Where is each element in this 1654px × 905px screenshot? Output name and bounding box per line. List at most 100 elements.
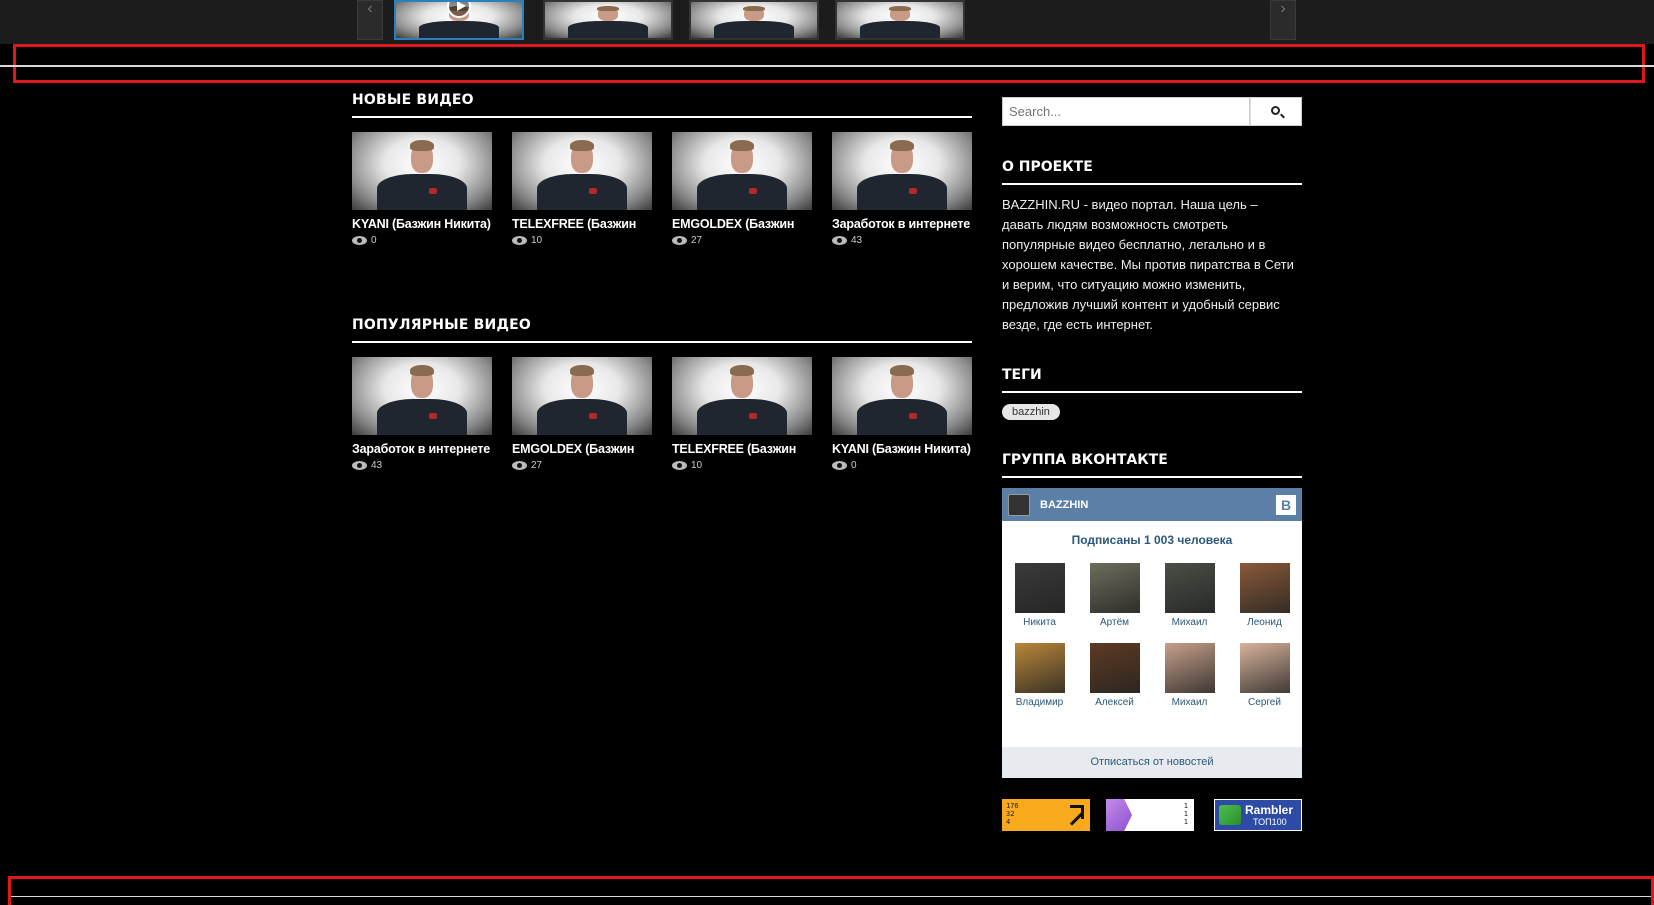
arrow-icon — [1070, 805, 1084, 819]
vk-member-name[interactable]: Артём — [1077, 617, 1152, 628]
video-views: 43 — [832, 235, 972, 246]
video-thumbnail-image — [512, 132, 652, 210]
carousel-thumb[interactable] — [394, 0, 524, 40]
video-thumbnail[interactable] — [512, 132, 652, 210]
avatar[interactable] — [1089, 563, 1140, 613]
carousel-thumb[interactable] — [835, 0, 965, 40]
video-card[interactable]: EMGOLDEX (Базжин 27 — [512, 357, 652, 471]
video-thumbnail[interactable] — [672, 132, 812, 210]
vk-member[interactable]: Сергей — [1227, 643, 1302, 708]
video-thumbnail-image — [672, 132, 812, 210]
counters-row: 176 32 4 1 1 1 Rambler ТОП100 — [1002, 799, 1302, 831]
video-card[interactable]: TELEXFREE (Базжин 10 — [512, 132, 652, 246]
tag-list: bazzhin — [1002, 393, 1302, 420]
video-thumbnail[interactable] — [832, 132, 972, 210]
video-title[interactable]: EMGOLDEX (Базжин — [512, 442, 652, 456]
video-grid: KYANI (Базжин Никита) 0 TELEXFREE (Базжин 1… — [352, 132, 972, 246]
vk-member-name[interactable]: Михаил — [1152, 617, 1227, 628]
search-icon — [1271, 106, 1280, 115]
carousel-prev-button[interactable]: ‹ — [357, 0, 383, 40]
avatar[interactable] — [1014, 563, 1065, 613]
video-title[interactable]: TELEXFREE (Базжин — [672, 442, 812, 456]
video-grid: Заработок в интернете 43 EMGOLDEX (Базжин 2… — [352, 357, 972, 471]
vk-group-name[interactable]: BAZZHIN — [1040, 499, 1276, 511]
vk-member[interactable]: Алексей — [1077, 643, 1152, 708]
carousel-thumb[interactable] — [689, 0, 819, 40]
vk-member-grid: Никита Артём Михаил Леонид Владимир Алексей Ми… — [1002, 563, 1302, 708]
avatar[interactable] — [1239, 563, 1290, 613]
vk-member[interactable]: Артём — [1077, 563, 1152, 628]
new-videos-section: НОВЫЕ ВИДЕО KYANI (Базжин Никита) 0 TELEXF… — [352, 92, 972, 246]
video-title[interactable]: Заработок в интернете — [832, 217, 972, 231]
vk-member[interactable]: Михаил — [1152, 643, 1227, 708]
search-button[interactable] — [1250, 97, 1302, 126]
yandex-metrika-counter[interactable]: 1 1 1 — [1106, 799, 1194, 831]
vk-member-name[interactable]: Леонид — [1227, 617, 1302, 628]
video-card[interactable]: Заработок в интернете 43 — [832, 132, 972, 246]
video-card[interactable]: KYANI (Базжин Никита) 0 — [352, 132, 492, 246]
vk-member-name[interactable]: Сергей — [1227, 697, 1302, 708]
eye-icon — [832, 236, 847, 245]
video-title[interactable]: TELEXFREE (Базжин — [512, 217, 652, 231]
view-count: 43 — [851, 235, 863, 246]
vk-member[interactable]: Михаил — [1152, 563, 1227, 628]
video-card[interactable]: Заработок в интернете 43 — [352, 357, 492, 471]
rambler-logo-icon — [1219, 805, 1241, 825]
vk-member[interactable]: Никита — [1002, 563, 1077, 628]
video-views: 27 — [512, 460, 652, 471]
video-thumbnail-image — [691, 2, 817, 38]
popular-videos-section: ПОПУЛЯРНЫЕ ВИДЕО Заработок в интернете 43… — [352, 317, 972, 471]
avatar[interactable] — [1239, 643, 1290, 693]
search-form — [1002, 97, 1302, 126]
tag-link[interactable]: bazzhin — [1002, 404, 1060, 420]
video-card[interactable]: KYANI (Базжин Никита) 0 — [832, 357, 972, 471]
avatar[interactable] — [1164, 563, 1215, 613]
highlight-box-top — [0, 44, 1654, 83]
carousel-next-button[interactable]: › — [1270, 0, 1296, 40]
video-thumbnail[interactable] — [672, 357, 812, 435]
video-card[interactable]: TELEXFREE (Базжин 10 — [672, 357, 812, 471]
view-count: 0 — [851, 460, 857, 471]
view-count: 27 — [691, 235, 703, 246]
vk-unsubscribe-link[interactable]: Отписаться от новостей — [1002, 747, 1302, 778]
vk-member[interactable]: Леонид — [1227, 563, 1302, 628]
eye-icon — [832, 461, 847, 470]
rambler-top100-counter[interactable]: Rambler ТОП100 — [1214, 799, 1302, 831]
sidebar: О ПРОЕКТЕ BAZZHIN.RU - видео портал. Наш… — [1002, 97, 1302, 778]
video-title[interactable]: EMGOLDEX (Базжин — [672, 217, 812, 231]
video-thumbnail[interactable] — [352, 132, 492, 210]
video-title[interactable]: KYANI (Базжин Никита) — [832, 442, 972, 456]
video-thumbnail-image — [352, 132, 492, 210]
video-carousel: ‹ › — [0, 0, 1654, 44]
avatar[interactable] — [1089, 643, 1140, 693]
vk-member-name[interactable]: Владимир — [1002, 697, 1077, 708]
video-thumbnail-image — [832, 357, 972, 435]
video-title[interactable]: Заработок в интернете — [352, 442, 492, 456]
video-thumbnail[interactable] — [512, 357, 652, 435]
video-card[interactable]: EMGOLDEX (Базжин 27 — [672, 132, 812, 246]
video-thumbnail[interactable] — [832, 357, 972, 435]
group-logo-icon[interactable] — [1008, 493, 1030, 516]
vk-subscriber-count[interactable]: Подписаны 1 003 человека — [1002, 533, 1302, 547]
avatar[interactable] — [1014, 643, 1065, 693]
section-title-popular-videos: ПОПУЛЯРНЫЕ ВИДЕО — [352, 317, 972, 343]
vk-member-name[interactable]: Михаил — [1152, 697, 1227, 708]
liveinternet-counter[interactable]: 176 32 4 — [1002, 799, 1090, 831]
tags-title: ТЕГИ — [1002, 367, 1302, 393]
eye-icon — [512, 461, 527, 470]
vk-logo-icon[interactable]: В — [1276, 494, 1296, 515]
avatar[interactable] — [1164, 643, 1215, 693]
vk-member[interactable]: Владимир — [1002, 643, 1077, 708]
video-title[interactable]: KYANI (Базжин Никита) — [352, 217, 492, 231]
video-thumbnail-image — [545, 2, 671, 38]
vk-member-name[interactable]: Алексей — [1077, 697, 1152, 708]
video-thumbnail[interactable] — [352, 357, 492, 435]
vk-member-name[interactable]: Никита — [1002, 617, 1077, 628]
video-views: 10 — [512, 235, 652, 246]
eye-icon — [352, 461, 367, 470]
rambler-name: Rambler — [1245, 803, 1294, 817]
carousel-thumb[interactable] — [543, 0, 673, 40]
vk-widget: BAZZHIN В Подписаны 1 003 человека Никит… — [1002, 488, 1302, 778]
metrika-icon — [1106, 799, 1132, 831]
search-input[interactable] — [1002, 97, 1250, 126]
